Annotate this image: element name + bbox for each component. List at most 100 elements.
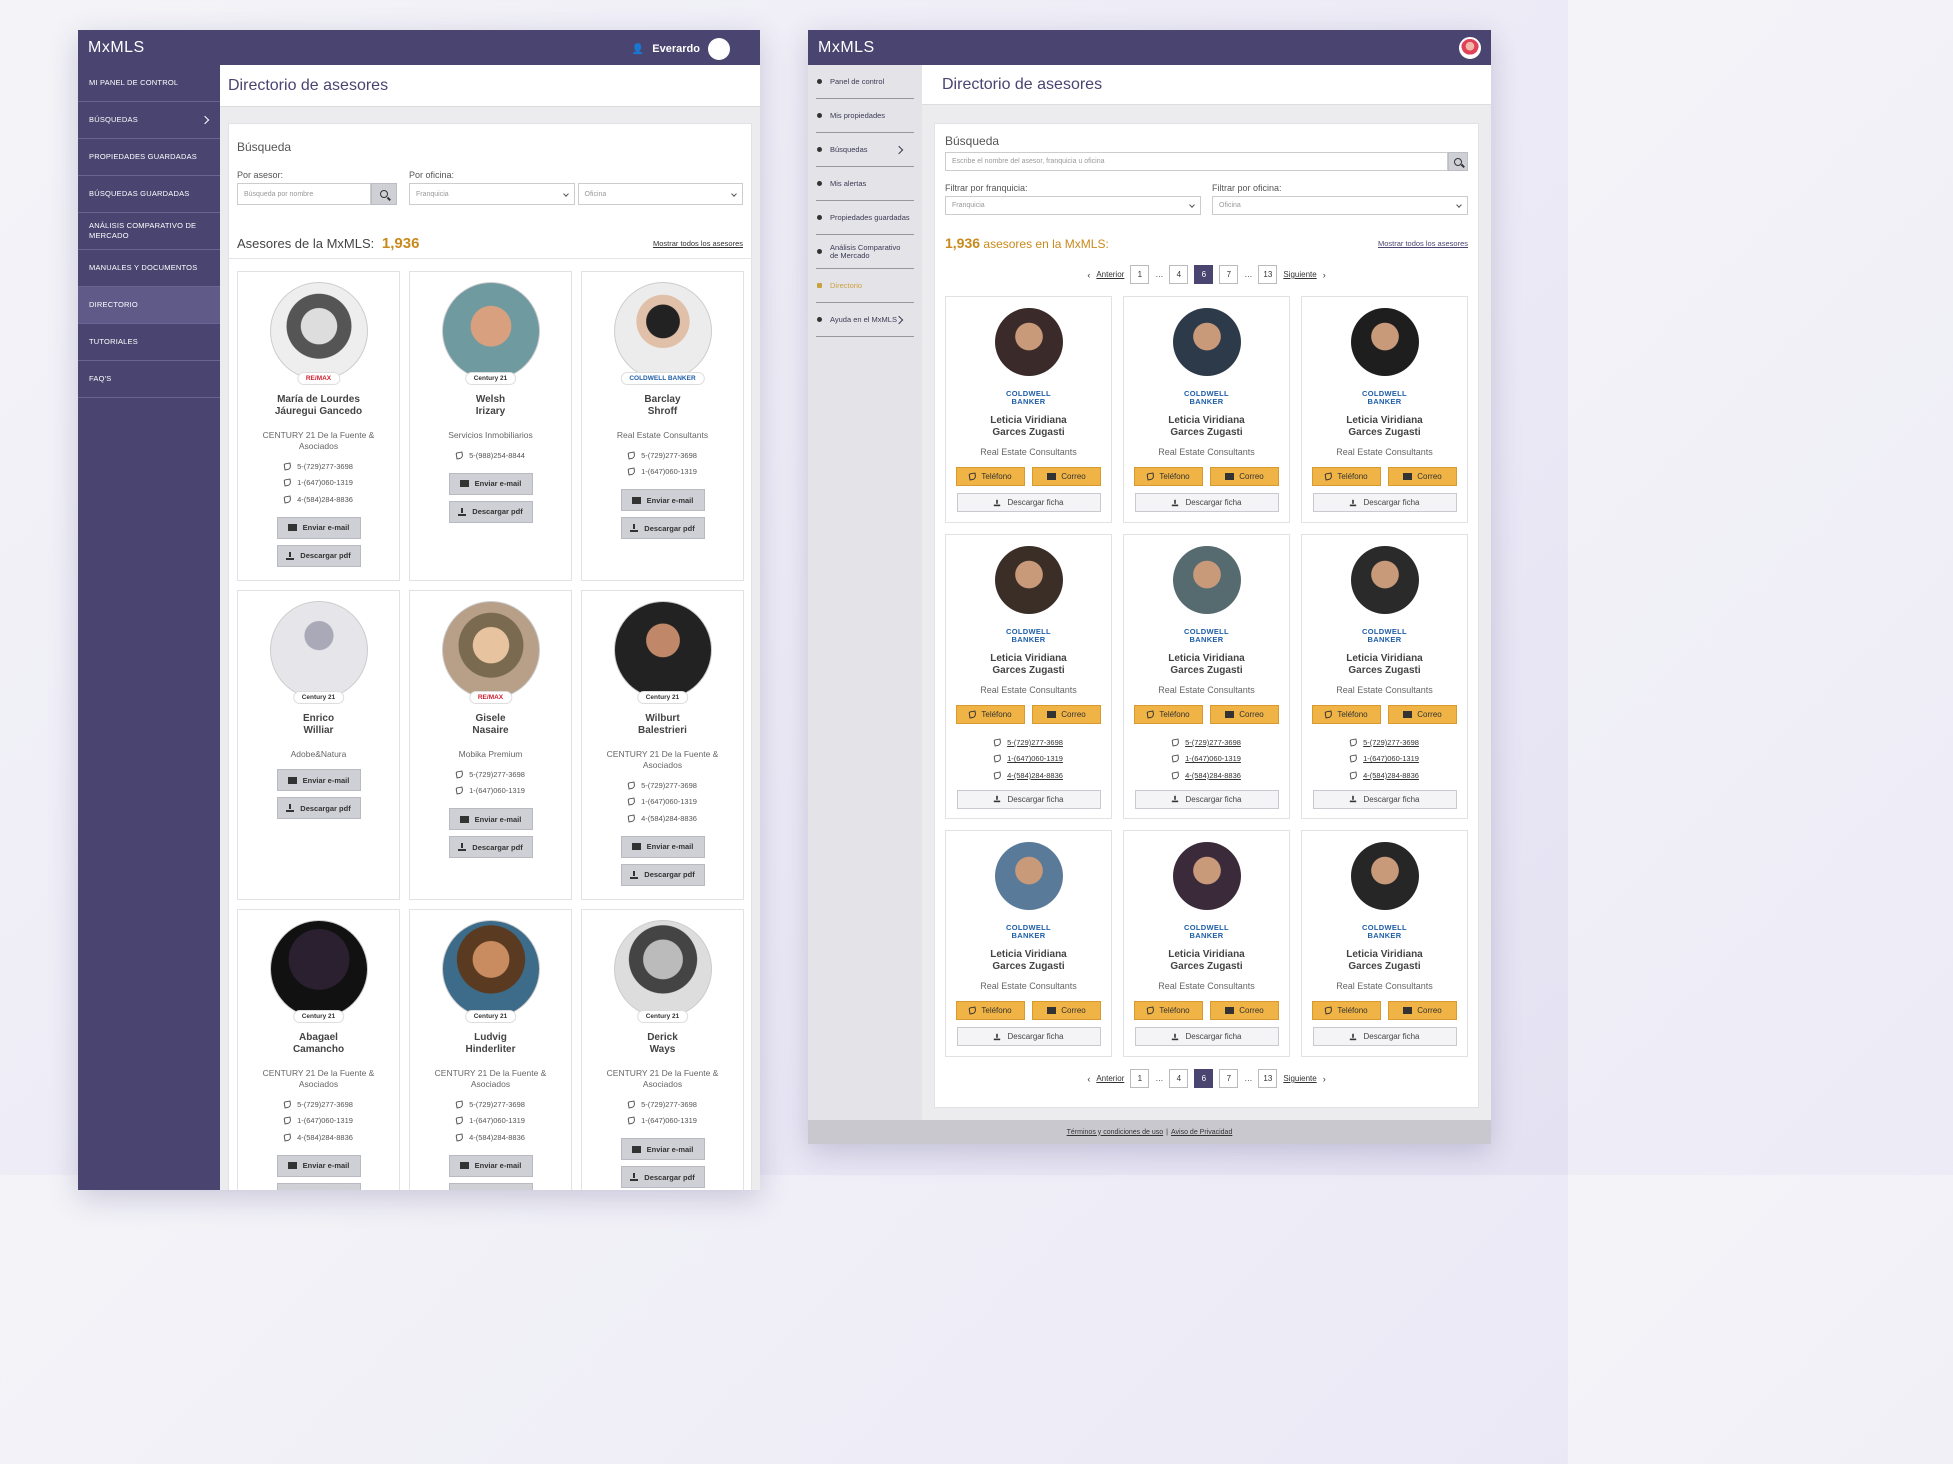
download-pdf-button[interactable]: Descargar pdf bbox=[276, 797, 361, 819]
franchise-select[interactable]: Franquicia bbox=[409, 183, 575, 205]
send-email-button[interactable]: Enviar e-mail bbox=[620, 835, 705, 858]
pagination-page[interactable]: 13 bbox=[1258, 1069, 1278, 1088]
download-sheet-button[interactable]: Descargar ficha bbox=[1134, 789, 1279, 809]
sidebar-item[interactable]: BÚSQUEDAS bbox=[78, 102, 220, 139]
mail-button[interactable]: Correo bbox=[1032, 705, 1101, 724]
phone-number[interactable]: 5-(729)277-3698 bbox=[1363, 738, 1419, 747]
mail-button[interactable]: Correo bbox=[1388, 705, 1457, 724]
sidebar-item[interactable]: Mis propiedades bbox=[816, 99, 914, 133]
phone-button[interactable]: Teléfono bbox=[1134, 705, 1203, 724]
phone-button[interactable]: Teléfono bbox=[956, 1001, 1025, 1020]
pagination-next[interactable]: Siguiente bbox=[1283, 270, 1316, 279]
sidebar-item[interactable]: Mis alertas bbox=[816, 167, 914, 201]
download-pdf-button[interactable]: Descargar pdf bbox=[448, 1182, 533, 1190]
mail-button[interactable]: Correo bbox=[1388, 467, 1457, 486]
download-pdf-button[interactable]: Descargar pdf bbox=[276, 544, 361, 567]
show-all-link[interactable]: Mostrar todos los asesores bbox=[1378, 239, 1468, 248]
download-pdf-button[interactable]: Descargar pdf bbox=[276, 1182, 361, 1190]
phone-number[interactable]: 4-(584)284-8836 bbox=[1185, 771, 1241, 780]
logo[interactable]: MxMLS bbox=[88, 39, 145, 57]
send-email-button[interactable]: Enviar e-mail bbox=[620, 489, 705, 511]
phone-number[interactable]: 4-(584)284-8836 bbox=[1363, 771, 1419, 780]
phone-button[interactable]: Teléfono bbox=[1312, 467, 1381, 486]
phone-button[interactable]: Teléfono bbox=[956, 467, 1025, 486]
phone-number[interactable]: 4-(584)284-8836 bbox=[1007, 771, 1063, 780]
pagination-page[interactable]: 7 bbox=[1219, 265, 1239, 284]
privacy-link[interactable]: Aviso de Privacidad bbox=[1171, 1129, 1232, 1136]
download-sheet-button[interactable]: Descargar ficha bbox=[1312, 1027, 1457, 1046]
download-pdf-button[interactable]: Descargar pdf bbox=[620, 517, 705, 539]
mail-button[interactable]: Correo bbox=[1388, 1001, 1457, 1020]
sidebar-item[interactable]: FAQ'S bbox=[78, 361, 220, 398]
phone-button[interactable]: Teléfono bbox=[1134, 1001, 1203, 1020]
phone-number[interactable]: 5-(729)277-3698 bbox=[1007, 738, 1063, 747]
search-input[interactable]: Escribe el nombre del asesor, franquicia… bbox=[945, 152, 1448, 171]
pagination-page[interactable]: 4 bbox=[1169, 1069, 1189, 1088]
pagination-page[interactable]: 1 bbox=[1130, 1069, 1150, 1088]
mail-button[interactable]: Correo bbox=[1032, 1001, 1101, 1020]
sidebar-item[interactable]: DIRECTORIO bbox=[78, 287, 220, 324]
download-sheet-button[interactable]: Descargar ficha bbox=[956, 493, 1101, 512]
phone-button[interactable]: Teléfono bbox=[1312, 1001, 1381, 1020]
download-sheet-button[interactable]: Descargar ficha bbox=[956, 1027, 1101, 1046]
download-sheet-button[interactable]: Descargar ficha bbox=[956, 789, 1101, 809]
terms-link[interactable]: Términos y condiciones de uso bbox=[1067, 1129, 1164, 1136]
send-email-button[interactable]: Enviar e-mail bbox=[620, 1138, 705, 1160]
mail-button[interactable]: Correo bbox=[1210, 705, 1279, 724]
logo[interactable]: MxMLS bbox=[818, 39, 875, 57]
sidebar-item[interactable]: Búsquedas bbox=[816, 133, 914, 167]
download-sheet-button[interactable]: Descargar ficha bbox=[1134, 1027, 1279, 1046]
sidebar-item[interactable]: Propiedades guardadas bbox=[816, 201, 914, 235]
download-sheet-button[interactable]: Descargar ficha bbox=[1312, 789, 1457, 809]
pagination-prev[interactable]: Anterior bbox=[1096, 1074, 1124, 1083]
sidebar-item[interactable]: ANÁLISIS COMPARATIVO DE MERCADO bbox=[78, 213, 220, 250]
mail-button[interactable]: Correo bbox=[1210, 467, 1279, 486]
sidebar-item[interactable]: MANUALES Y DOCUMENTOS bbox=[78, 250, 220, 287]
sidebar-item[interactable]: Análisis Comparativo de Mercado bbox=[816, 235, 914, 269]
show-all-link[interactable]: Mostrar todos los asesores bbox=[653, 239, 743, 248]
phone-number[interactable]: 1-(647)060-1319 bbox=[1185, 754, 1241, 763]
pagination-prev[interactable]: Anterior bbox=[1096, 270, 1124, 279]
sidebar-item[interactable]: Panel de control bbox=[816, 65, 914, 99]
office-select[interactable]: Oficina bbox=[1212, 196, 1468, 215]
pagination-page[interactable]: 1 bbox=[1130, 265, 1150, 284]
send-email-button[interactable]: Enviar e-mail bbox=[276, 516, 361, 539]
phone-number[interactable]: 1-(647)060-1319 bbox=[1007, 754, 1063, 763]
sidebar-item[interactable]: TUTORIALES bbox=[78, 324, 220, 361]
agent-search-button[interactable] bbox=[371, 183, 397, 205]
send-email-button[interactable]: Enviar e-mail bbox=[276, 769, 361, 791]
search-button[interactable] bbox=[1448, 152, 1468, 171]
agent-search-input[interactable]: Búsqueda por nombre bbox=[237, 183, 371, 205]
pagination-page[interactable]: 6 bbox=[1194, 265, 1214, 284]
download-pdf-button[interactable]: Descargar pdf bbox=[620, 1166, 705, 1188]
user-menu[interactable]: 👤 Everardo bbox=[632, 38, 730, 60]
download-pdf-button[interactable]: Descargar pdf bbox=[448, 836, 533, 858]
phone-button[interactable]: Teléfono bbox=[1134, 467, 1203, 486]
pagination-page[interactable]: 13 bbox=[1258, 265, 1278, 284]
pagination-next[interactable]: Siguiente bbox=[1283, 1074, 1316, 1083]
download-sheet-button[interactable]: Descargar ficha bbox=[1312, 493, 1457, 512]
phone-number[interactable]: 5-(729)277-3698 bbox=[1185, 738, 1241, 747]
sidebar-item[interactable]: Directorio bbox=[816, 269, 914, 303]
mail-button[interactable]: Correo bbox=[1032, 467, 1101, 486]
phone-number[interactable]: 1-(647)060-1319 bbox=[1363, 754, 1419, 763]
avatar[interactable] bbox=[1459, 37, 1481, 59]
sidebar-item[interactable]: MI PANEL DE CONTROL bbox=[78, 65, 220, 102]
sidebar-item[interactable]: PROPIEDADES GUARDADAS bbox=[78, 139, 220, 176]
sidebar-item[interactable]: Ayuda en el MxMLS bbox=[816, 303, 914, 337]
phone-button[interactable]: Teléfono bbox=[956, 705, 1025, 724]
sidebar-item[interactable]: BÚSQUEDAS GUARDADAS bbox=[78, 176, 220, 213]
download-pdf-button[interactable]: Descargar pdf bbox=[448, 500, 533, 523]
franchise-select[interactable]: Franquicia bbox=[945, 196, 1201, 215]
pagination-page[interactable]: 6 bbox=[1194, 1069, 1214, 1088]
send-email-button[interactable]: Enviar e-mail bbox=[448, 808, 533, 830]
pagination-page[interactable]: 7 bbox=[1219, 1069, 1239, 1088]
send-email-button[interactable]: Enviar e-mail bbox=[276, 1154, 361, 1177]
phone-button[interactable]: Teléfono bbox=[1312, 705, 1381, 724]
send-email-button[interactable]: Enviar e-mail bbox=[448, 1154, 533, 1177]
avatar[interactable] bbox=[708, 38, 730, 60]
office-select[interactable]: Oficina bbox=[577, 183, 743, 205]
download-pdf-button[interactable]: Descargar pdf bbox=[620, 863, 705, 886]
download-sheet-button[interactable]: Descargar ficha bbox=[1134, 493, 1279, 512]
pagination-page[interactable]: 4 bbox=[1169, 265, 1189, 284]
